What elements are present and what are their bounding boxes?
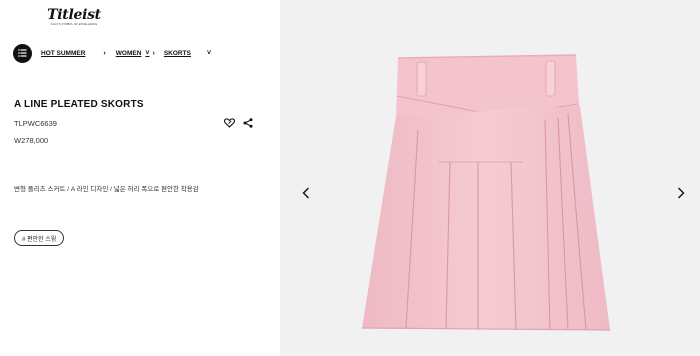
product-image-gallery [280, 0, 700, 356]
breadcrumb-item-women[interactable]: WOMEN ˅ [116, 50, 150, 57]
breadcrumb: HOT SUMMER › WOMEN ˅ › SKORTS ˅ [13, 43, 211, 63]
logo-wordmark: Titleist [47, 7, 101, 23]
breadcrumb-item-skorts[interactable]: SKORTS [164, 50, 191, 57]
breadcrumb-label: SKORTS [163, 49, 191, 57]
wishlist-button[interactable] [223, 117, 235, 129]
breadcrumb-item-hot-summer[interactable]: HOT SUMMER [41, 50, 85, 57]
share-button[interactable] [242, 117, 254, 129]
product-title: A LINE PLEATED SKORTS [14, 99, 144, 110]
brand-logo[interactable]: Titleist GOLF'S SYMBOL OF EXCELLENCE [44, 8, 104, 26]
chevron-down-icon: ˅ [145, 49, 150, 57]
share-icon [243, 118, 253, 128]
menu-list-icon [18, 49, 27, 57]
breadcrumb-label: HOT SUMMER [41, 49, 86, 57]
chevron-down-icon[interactable]: ˅ [207, 50, 211, 57]
chevron-right-icon: › [103, 49, 106, 57]
prev-image-button[interactable] [299, 184, 313, 202]
chevron-right-icon: › [152, 49, 155, 57]
breadcrumb-label: WOMEN [115, 49, 142, 57]
hashtag-label: # 편안한 스윙 [22, 236, 57, 243]
menu-list-button[interactable] [13, 43, 32, 63]
product-code: TLPWC6639 [14, 119, 57, 128]
logo-tagline: GOLF'S SYMBOL OF EXCELLENCE [50, 23, 98, 26]
hashtag-chip[interactable]: # 편안한 스윙 [14, 230, 65, 246]
chevron-right-icon [678, 187, 685, 199]
chevron-left-icon [302, 187, 309, 199]
product-image-skort[interactable] [340, 34, 640, 334]
next-image-button[interactable] [674, 184, 688, 202]
product-price: W278,000 [14, 136, 49, 145]
heart-icon [223, 118, 235, 128]
product-info-panel: Titleist GOLF'S SYMBOL OF EXCELLENCE HOT… [0, 0, 280, 356]
product-description: 변형 플리츠 스커트 / A 라인 디자인 / 넓은 허리 폭으로 편안한 착용… [14, 186, 199, 193]
